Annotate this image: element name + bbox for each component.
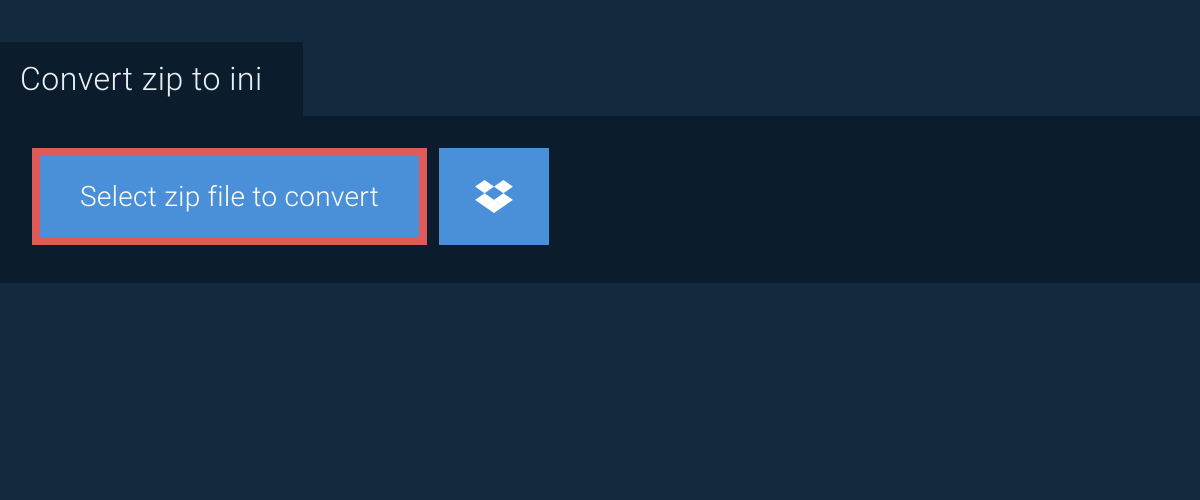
dropbox-button[interactable]: [439, 148, 549, 245]
select-file-button[interactable]: Select zip file to convert: [32, 148, 427, 245]
header-tab: Convert zip to ini: [0, 42, 303, 116]
select-file-label: Select zip file to convert: [80, 180, 379, 213]
button-row: Select zip file to convert: [32, 148, 1168, 245]
page-title: Convert zip to ini: [20, 60, 263, 98]
upload-panel: Select zip file to convert: [0, 116, 1200, 283]
dropbox-icon: [475, 180, 513, 214]
